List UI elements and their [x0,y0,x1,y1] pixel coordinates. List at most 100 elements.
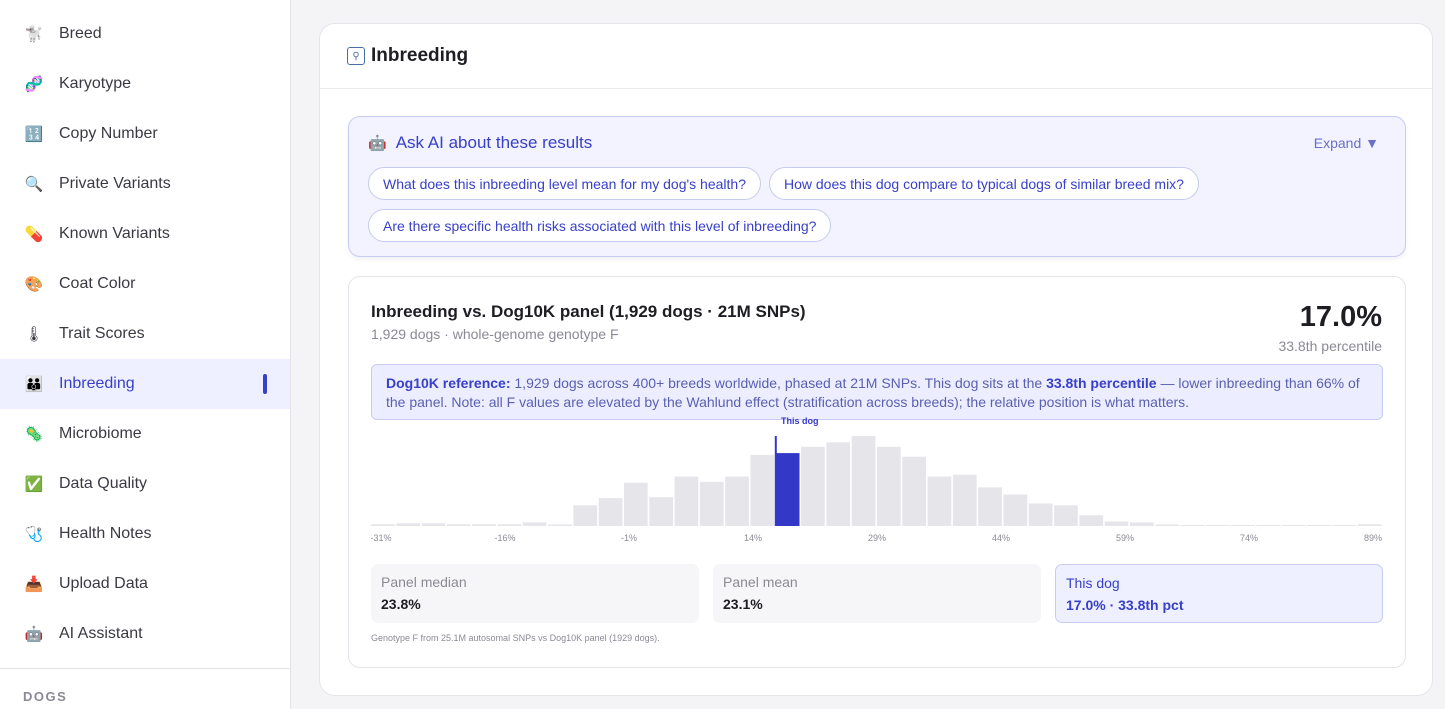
note-text-1: 1,929 dogs across 400+ breeds worldwide,… [510,375,1047,391]
histogram-bar [1003,494,1028,526]
sidebar-item-data-quality[interactable]: ✅ Data Quality [0,459,290,509]
active-indicator [263,374,267,394]
stat-label: Panel mean [723,574,798,590]
histogram-bar [1155,524,1179,526]
sidebar-item-microbiome[interactable]: 🦠 Microbiome [0,409,290,459]
x-tick-label: 44% [992,533,1010,543]
stat-panel-mean: Panel mean 23.1% [713,564,1041,623]
sidebar-item-coat-color[interactable]: 🎨 Coat Color [0,259,290,309]
histogram-bar [446,524,471,526]
histogram-bar [725,476,749,526]
histogram-bar [598,498,623,526]
sidebar-item-label: Data Quality [59,475,148,492]
histogram-bar [548,524,572,526]
histogram-bar [801,446,825,526]
ask-ai-title[interactable]: 🤖 Ask AI about these results [368,133,592,153]
histogram-bar [978,487,1002,526]
sidebar-item-inbreeding[interactable]: 👪 Inbreeding [0,359,290,409]
sidebar-item-ai-assistant[interactable]: 🤖 AI Assistant [0,609,290,659]
sidebar-item-label: Upload Data [59,575,148,592]
sidebar-item-upload-data[interactable]: 📥 Upload Data [0,559,290,609]
histogram-bar [1130,522,1154,526]
thermometer-icon: 🌡 [24,326,44,343]
sidebar-divider [0,668,290,669]
poodle-icon: 🐩 [24,26,44,43]
histogram-bar [699,481,724,526]
x-tick-label: -31% [371,533,392,543]
microbe-icon: 🦠 [24,426,44,443]
stat-value: 17.0% · 33.8th pct [1066,597,1184,613]
pill-icon: 💊 [24,226,44,243]
sidebar-item-label: Karyotype [59,75,132,92]
this-dog-marker-label: This dog [781,416,819,426]
reference-note: Dog10K reference: 1,929 dogs across 400+… [371,364,1383,420]
x-tick-label: -16% [494,533,515,543]
histogram-bar [1054,505,1078,526]
histogram-bar [396,523,420,526]
histogram-bar [674,476,699,526]
sidebar-item-trait-scores[interactable]: 🌡 Trait Scores [0,309,290,359]
sidebar: 🐩 Breed 🧬 Karyotype 🔢 Copy Number 🔍 Private Var… [0,0,291,709]
stat-label: This dog [1066,575,1120,591]
panel-subtitle: 1,929 dogs · whole-genome genotype F [371,326,619,342]
sidebar-item-known-variants[interactable]: 💊 Known Variants [0,209,290,259]
histogram-bar [1205,525,1230,526]
histogram-bar [877,446,901,526]
page-title: ⚲ Inbreeding [347,45,468,67]
histogram-bar [826,442,851,526]
histogram-bar [902,456,926,526]
histogram-bar [1307,525,1331,526]
histogram-bar [497,524,522,526]
inbox-icon: 📥 [24,576,44,593]
sidebar-item-label: Coat Color [59,275,136,292]
numbers-icon: 🔢 [24,126,44,143]
page-title-text: Inbreeding [371,45,469,66]
expand-button[interactable]: Expand ▼ [1314,135,1379,151]
family-icon: 👪 [24,376,44,393]
note-strong: 33.8th percentile [1046,375,1157,391]
histogram-bar [573,505,598,526]
histogram-bar [371,524,395,526]
x-tick-label: 14% [744,533,762,543]
ai-question-chip-1[interactable]: What does this inbreeding level mean for… [368,167,761,200]
sidebar-item-karyotype[interactable]: 🧬 Karyotype [0,59,290,109]
histogram-bar [1079,515,1104,526]
inbreeding-value: 17.0% [1299,301,1382,333]
sidebar-item-breed[interactable]: 🐩 Breed [0,9,290,59]
ask-ai-panel: 🤖 Ask AI about these results Expand ▼ Wh… [348,116,1406,257]
inbreeding-card: ⚲ Inbreeding 🤖 Ask AI about these result… [319,23,1433,696]
sidebar-item-label: Breed [59,25,102,42]
stat-this-dog: This dog 17.0% · 33.8th pct [1055,564,1383,623]
histogram-bar [927,476,952,526]
note-lead: Dog10K reference: [386,375,511,391]
sidebar-item-copy-number[interactable]: 🔢 Copy Number [0,109,290,159]
inbreeding-panel: Inbreeding vs. Dog10K panel (1,929 dogs … [348,276,1406,668]
sidebar-item-private-variants[interactable]: 🔍 Private Variants [0,159,290,209]
panel-title: Inbreeding vs. Dog10K panel (1,929 dogs … [371,302,806,321]
histogram-bar [750,454,775,526]
histogram-bar [1256,525,1281,526]
histogram-bar [1357,524,1382,526]
inbreeding-histogram: This dog -31% -16% -1% 14% 29% 44% 59% 74% 89% [371,416,1382,543]
stat-value: 23.8% [381,596,421,612]
ai-question-chip-3[interactable]: Are there specific health risks associat… [368,209,832,242]
sidebar-item-label: Inbreeding [59,375,135,392]
family-icon: ⚲ [347,47,365,65]
sidebar-item-label: Known Variants [59,225,170,242]
magnifier-icon: 🔍 [24,176,44,193]
robot-icon: 🤖 [368,135,387,152]
ai-question-chip-2[interactable]: How does this dog compare to typical dog… [769,167,1199,200]
card-header: ⚲ Inbreeding [320,24,1432,89]
ask-ai-title-text: Ask AI about these results [395,133,593,152]
x-tick-label: 89% [1364,533,1382,543]
stethoscope-icon: 🩺 [24,526,44,543]
sidebar-item-label: Microbiome [59,425,142,442]
histogram-bar [1281,525,1306,526]
sidebar-item-label: Health Notes [59,525,152,542]
footnote: Genotype F from 25.1M autosomal SNPs vs … [371,633,660,643]
sidebar-item-health-notes[interactable]: 🩺 Health Notes [0,509,290,559]
sidebar-item-label: Trait Scores [59,325,145,342]
chromosome-icon: 🧬 [24,76,44,93]
check-mark-icon: ✅ [24,476,44,493]
x-tick-label: 74% [1240,533,1258,543]
